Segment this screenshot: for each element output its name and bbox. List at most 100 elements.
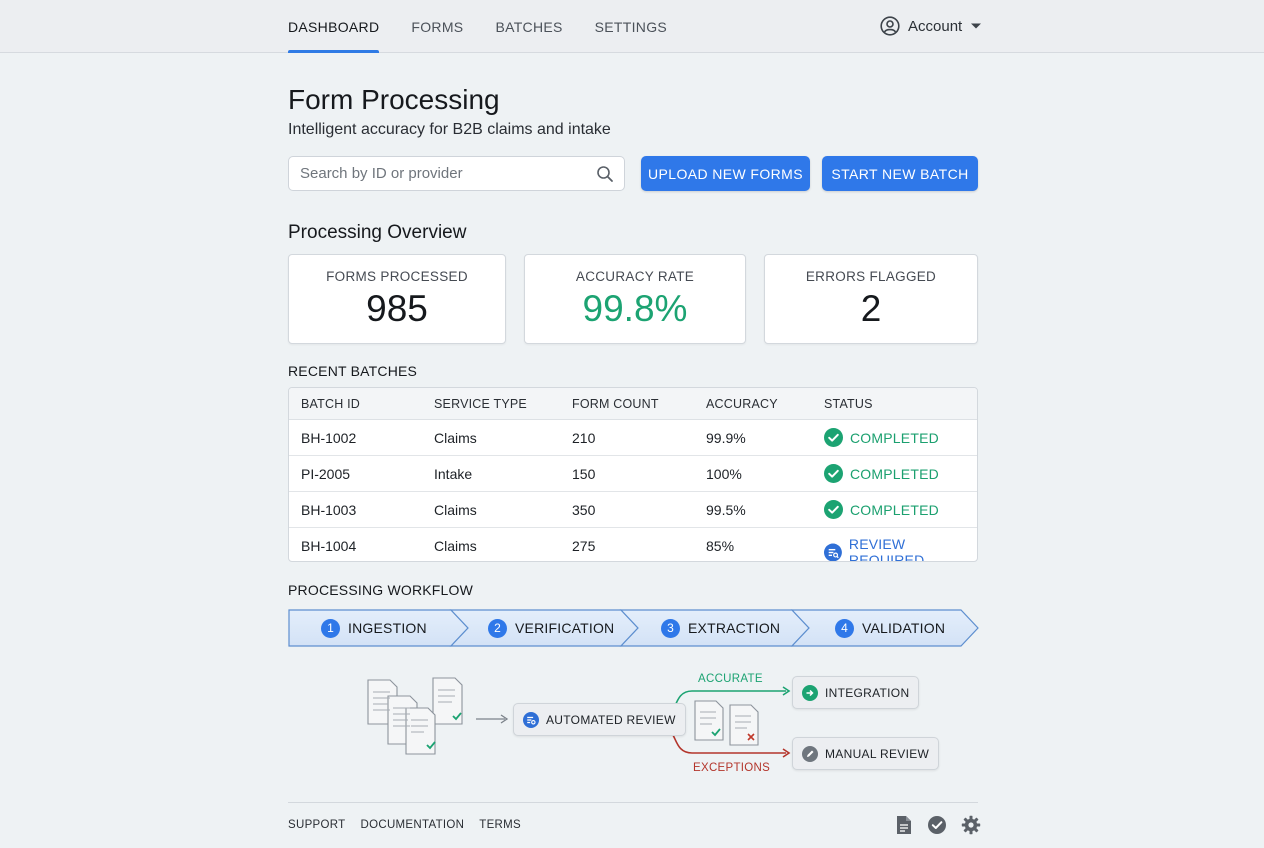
accuracy: 99.9% <box>706 430 746 446</box>
step-number: 4 <box>835 618 854 638</box>
user-circle-icon <box>880 16 900 36</box>
stat-label: ERRORS FLAGGED <box>805 269 937 284</box>
service-type: Claims <box>434 502 477 518</box>
footer-icons <box>895 815 981 835</box>
status-text: COMPLETED <box>850 465 939 482</box>
workflow-title: PROCESSING WORKFLOW <box>288 582 474 598</box>
workflow-step-ingestion[interactable]: 1 INGESTION <box>321 609 427 647</box>
tab-settings[interactable]: SETTINGS <box>595 0 667 53</box>
top-nav-bar: DASHBOARD FORMS BATCHES SETTINGS Account <box>0 0 1264 53</box>
status-text: COMPLETED <box>850 501 939 518</box>
form-count: 350 <box>572 502 596 518</box>
status-badge: REVIEW REQUIRED <box>824 536 977 562</box>
table-row[interactable]: BH-1003 Claims 350 99.5% COMPLETED <box>289 492 977 528</box>
workflow-step-verification[interactable]: 2 VERIFICATION <box>488 609 614 647</box>
start-new-batch-button[interactable]: START NEW BATCH <box>822 156 978 191</box>
table-row[interactable]: PI-2005 Intake 150 100% COMPLETED <box>289 456 977 492</box>
check-circle-icon <box>824 464 843 483</box>
form-count: 210 <box>572 430 596 446</box>
upload-new-forms-button[interactable]: UPLOAD NEW FORMS <box>641 156 810 191</box>
accuracy: 100% <box>706 466 742 482</box>
footer-link-documentation[interactable]: DOCUMENTATION <box>360 819 464 831</box>
workflow-steps: 1 INGESTION 2 VERIFICATION 3 EXTRACTION … <box>288 609 980 647</box>
review-list-icon <box>824 543 842 561</box>
recent-batches-title: RECENT BATCHES <box>288 363 418 379</box>
step-number: 2 <box>488 618 507 638</box>
accuracy: 85% <box>706 538 735 554</box>
footer-links: SUPPORT DOCUMENTATION TERMS <box>288 819 521 831</box>
pencil-icon <box>802 745 818 762</box>
search-box <box>288 156 625 191</box>
service-type: Claims <box>434 430 477 446</box>
page-title: Form Processing <box>288 84 500 115</box>
batch-id: BH-1003 <box>301 502 357 518</box>
accuracy: 99.5% <box>706 502 746 518</box>
stat-value: 985 <box>366 288 428 329</box>
form-count: 150 <box>572 466 596 482</box>
arrow-icon <box>476 714 509 724</box>
check-circle-icon <box>824 500 843 519</box>
stat-label: ACCURACY RATE <box>575 269 695 284</box>
workflow-step-extraction[interactable]: 3 EXTRACTION <box>661 609 780 647</box>
table-header: BATCH ID SERVICE TYPE FORM COUNT ACCURAC… <box>289 388 977 420</box>
account-menu[interactable]: Account <box>880 16 982 36</box>
node-label: INTEGRATION <box>825 685 910 700</box>
node-label: AUTOMATED REVIEW <box>546 712 676 727</box>
search-icon[interactable] <box>596 165 614 183</box>
status-text: REVIEW REQUIRED <box>848 536 925 562</box>
stat-label: FORMS PROCESSED <box>326 269 468 284</box>
status-badge: COMPLETED <box>824 464 939 483</box>
column-header[interactable]: STATUS <box>824 397 873 411</box>
batch-id: BH-1002 <box>301 430 357 446</box>
document-icon[interactable] <box>895 815 913 835</box>
integration-node[interactable]: INTEGRATION <box>792 676 920 709</box>
account-label: Account <box>908 17 963 35</box>
document-stack-icon <box>367 677 463 755</box>
chevron-down-icon <box>971 23 982 29</box>
column-header[interactable]: ACCURACY <box>706 397 778 411</box>
manual-review-node[interactable]: MANUAL REVIEW <box>792 737 940 770</box>
table-row[interactable]: BH-1004 Claims 275 85% REVIEW REQUIRED <box>289 528 977 562</box>
automated-review-node[interactable]: AUTOMATED REVIEW <box>513 703 686 736</box>
footer-link-terms[interactable]: TERMS <box>479 819 521 831</box>
stat-card-forms-processed: FORMS PROCESSED 985 <box>288 254 506 344</box>
review-list-icon <box>523 711 539 728</box>
batch-id: BH-1004 <box>301 538 357 554</box>
form-count: 275 <box>572 538 596 554</box>
integration-icon <box>802 684 818 701</box>
overview-title: Processing Overview <box>288 222 467 243</box>
node-label: MANUAL REVIEW <box>825 746 930 761</box>
status-badge: COMPLETED <box>824 500 939 519</box>
step-label: INGESTION <box>348 620 427 636</box>
page-subtitle: Intelligent accuracy for B2B claims and … <box>288 121 611 138</box>
column-header[interactable]: BATCH ID <box>301 397 360 411</box>
gear-icon[interactable] <box>961 815 981 835</box>
step-number: 3 <box>661 618 680 638</box>
workflow-diagram: AUTOMATED REVIEW ACCURATE EXCEPTIONS INT… <box>360 668 940 780</box>
status-badge: COMPLETED <box>824 428 939 447</box>
search-input[interactable] <box>289 157 579 190</box>
footer-link-support[interactable]: SUPPORT <box>288 819 345 831</box>
workflow-step-validation[interactable]: 4 VALIDATION <box>835 609 945 647</box>
step-number: 1 <box>321 618 340 638</box>
service-type: Claims <box>434 538 477 554</box>
step-label: VALIDATION <box>862 620 946 636</box>
step-label: VERIFICATION <box>515 620 615 636</box>
check-circle-icon <box>824 428 843 447</box>
tab-forms[interactable]: FORMS <box>411 0 463 53</box>
step-label: EXTRACTION <box>688 620 781 636</box>
stat-card-errors-flagged: ERRORS FLAGGED 2 <box>764 254 978 344</box>
check-circle-icon[interactable] <box>927 815 947 835</box>
column-header[interactable]: FORM COUNT <box>572 397 659 411</box>
batch-id: PI-2005 <box>301 466 351 482</box>
recent-batches-table: BATCH ID SERVICE TYPE FORM COUNT ACCURAC… <box>288 387 978 562</box>
tab-dashboard[interactable]: DASHBOARD <box>288 0 380 53</box>
tab-batches[interactable]: BATCHES <box>495 0 562 53</box>
stat-card-accuracy-rate: ACCURACY RATE 99.8% <box>524 254 746 344</box>
footer-divider <box>288 802 978 803</box>
table-row[interactable]: BH-1002 Claims 210 99.9% COMPLETED <box>289 420 977 456</box>
main-nav: DASHBOARD FORMS BATCHES SETTINGS <box>288 0 667 53</box>
column-header[interactable]: SERVICE TYPE <box>434 397 527 411</box>
stat-value: 99.8% <box>582 288 688 329</box>
accurate-label: ACCURATE <box>698 673 763 685</box>
